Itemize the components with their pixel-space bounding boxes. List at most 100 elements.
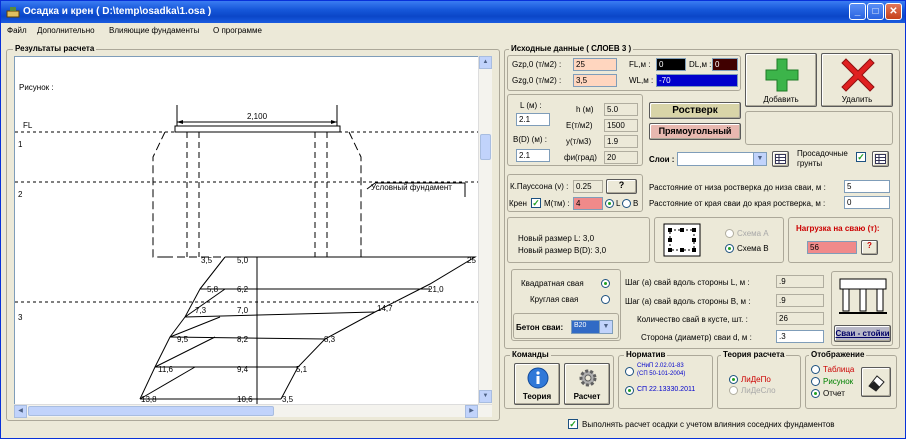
- h-field[interactable]: 5.0: [604, 103, 638, 116]
- menu-bar: Файл Дополнительно Влияющие фундаменты О…: [1, 23, 905, 39]
- right-value-3: 14,7: [377, 304, 393, 313]
- display-table-radio[interactable]: [811, 365, 820, 374]
- lideslo-radio[interactable]: [729, 386, 738, 395]
- display-figure-radio[interactable]: [811, 377, 820, 386]
- dist-bottom-label: Расстояние от низа ростверка до низа сва…: [649, 183, 826, 192]
- lidepo-label: ЛиДеПо: [741, 375, 771, 384]
- step-L-label: Шаг (а) свай вдоль стороны L, м :: [625, 278, 750, 287]
- fi-field[interactable]: 20: [604, 151, 638, 164]
- subsidence-checkbox[interactable]: ✓: [856, 152, 866, 162]
- step-B-field[interactable]: .9: [776, 294, 824, 307]
- scroll-down-icon[interactable]: ▼: [479, 390, 492, 403]
- y-field[interactable]: 1.9: [604, 135, 638, 148]
- square-pile-label: Квадратная свая: [521, 279, 584, 288]
- vscroll-thumb[interactable]: [480, 134, 491, 160]
- poisson-label: К.Пауссона (v) :: [510, 182, 569, 191]
- pile-grid-icon: [663, 223, 701, 257]
- scroll-right-icon[interactable]: ▶: [465, 405, 478, 418]
- left-value-1: 3,5: [201, 256, 213, 265]
- axis-B-radio[interactable]: [622, 199, 631, 208]
- fi-label: фи(град): [564, 153, 597, 162]
- pile-load-help-button[interactable]: ?: [861, 240, 878, 255]
- poisson-help-button[interactable]: ?: [606, 179, 637, 194]
- dist-bottom-field[interactable]: 5: [844, 180, 890, 193]
- axis-L-label: L: [616, 199, 621, 208]
- wl-field[interactable]: -70: [656, 74, 738, 87]
- side-field[interactable]: .3: [776, 330, 824, 343]
- neighbor-influence-checkbox[interactable]: ✓: [568, 419, 578, 429]
- menu-about[interactable]: О программе: [213, 26, 262, 35]
- menu-extra[interactable]: Дополнительно: [37, 26, 95, 35]
- drawing-svg: Рисунок : FL 1 2 3 2,100 Условный фундам…: [15, 83, 485, 404]
- subsidence-label-1: Просадочные: [797, 149, 848, 158]
- display-report-radio[interactable]: [811, 389, 820, 398]
- new-size-B: Новый размер B(D): 3,0: [518, 246, 607, 255]
- gzg-field[interactable]: 3,5: [573, 74, 617, 87]
- rack-pile-button[interactable]: Сваи - стойки: [834, 325, 891, 342]
- wl-label: WL,м :: [629, 76, 654, 85]
- eraser-button[interactable]: [861, 367, 891, 397]
- center-value-4: 8,2: [237, 335, 249, 344]
- poisson-field[interactable]: 0.25: [573, 180, 603, 193]
- kren-checkbox[interactable]: ✓: [531, 198, 541, 208]
- scroll-left-icon[interactable]: ◀: [14, 405, 27, 418]
- B-field[interactable]: 2.1: [516, 149, 550, 162]
- menu-file[interactable]: Файл: [7, 26, 27, 35]
- info-icon: [527, 367, 549, 389]
- count-field[interactable]: 26: [776, 312, 824, 325]
- axis-L-radio[interactable]: [605, 199, 614, 208]
- center-value-3: 7,0: [237, 306, 249, 315]
- layers-table-button[interactable]: [772, 151, 789, 167]
- round-pile-label: Круглая свая: [530, 295, 579, 304]
- step-L-field[interactable]: .9: [776, 275, 824, 288]
- theory-button[interactable]: Теория: [514, 363, 560, 405]
- pile-load-field[interactable]: 56: [807, 241, 857, 254]
- concrete-label: Бетон сваи:: [516, 323, 564, 332]
- calc-button[interactable]: Расчет: [564, 363, 610, 405]
- scroll-up-icon[interactable]: ▲: [479, 56, 492, 69]
- dim-arrow-left: [177, 120, 183, 124]
- hscroll-thumb[interactable]: [28, 406, 274, 416]
- dist-edge-field[interactable]: 0: [844, 196, 890, 209]
- layers-dropdown[interactable]: ▼: [677, 152, 767, 166]
- L-field[interactable]: 2.1: [516, 113, 550, 126]
- add-layer-button[interactable]: Добавить: [745, 53, 817, 107]
- square-pile-radio[interactable]: [601, 279, 610, 288]
- scheme-b-radio[interactable]: [725, 244, 734, 253]
- app-window: Осадка и крен ( D:\temp\osadka\1.osa ) _…: [0, 0, 906, 439]
- L-label: L (м) :: [520, 101, 542, 110]
- center-value-2: 6,2: [237, 285, 249, 294]
- dl-field[interactable]: 0: [712, 58, 738, 71]
- lidepo-radio[interactable]: [729, 375, 738, 384]
- scheme-b-label: Схема В: [737, 244, 769, 253]
- y-label: y(т/м3): [566, 137, 592, 146]
- norm-sp-radio[interactable]: [625, 386, 634, 395]
- E-field[interactable]: 1500: [604, 119, 638, 132]
- moment-field[interactable]: 4: [573, 197, 603, 210]
- close-button[interactable]: ✕: [885, 3, 902, 20]
- scheme-a-radio[interactable]: [725, 229, 734, 238]
- right-value-4: 8,3: [324, 335, 336, 344]
- concrete-dropdown[interactable]: B20 ▼: [571, 320, 613, 334]
- round-pile-radio[interactable]: [601, 295, 610, 304]
- rostverk-button[interactable]: Ростверк: [649, 102, 741, 119]
- cond-foundation-right: [348, 131, 362, 258]
- minimize-button[interactable]: _: [849, 3, 866, 20]
- plus-icon: [765, 58, 799, 92]
- gzp-label: Gzp,0 (т/м2) :: [512, 60, 562, 69]
- width-label: 2,100: [247, 112, 268, 121]
- fl-label: FL: [23, 121, 33, 130]
- subsidence-table-button[interactable]: [872, 151, 889, 167]
- results-group-label: Результаты расчета: [13, 44, 97, 53]
- rect-shape-button[interactable]: Прямоугольный: [649, 123, 741, 140]
- results-hscroll[interactable]: ◀ ▶: [14, 404, 492, 418]
- menu-influencing[interactable]: Влияющие фундаменты: [109, 26, 199, 35]
- right-value-1: 25: [467, 256, 476, 265]
- results-vscroll[interactable]: ▲ ▼: [478, 56, 492, 405]
- fl-field[interactable]: 0: [656, 58, 686, 71]
- h-label: h (м): [576, 105, 594, 114]
- norm-snip-radio[interactable]: [625, 367, 634, 376]
- maximize-button[interactable]: □: [867, 3, 884, 20]
- delete-layer-button[interactable]: Удалить: [821, 53, 893, 107]
- gzp-field[interactable]: 25: [573, 58, 617, 71]
